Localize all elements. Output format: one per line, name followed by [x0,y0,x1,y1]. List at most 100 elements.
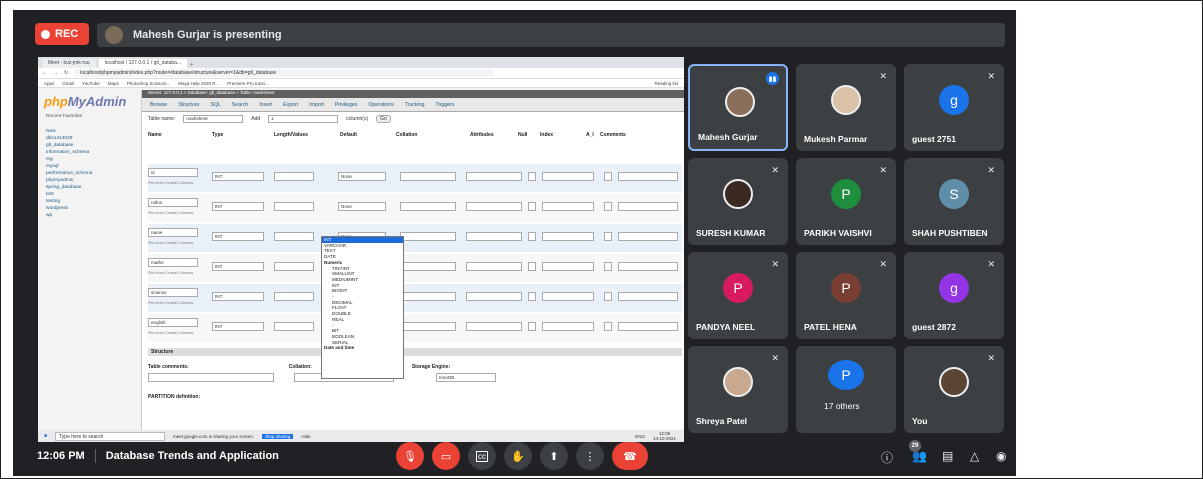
null-checkbox[interactable] [528,292,536,301]
index-select[interactable] [542,292,594,301]
mic-off-button[interactable]: 🎙 [396,442,424,470]
attributes-select[interactable] [466,172,522,181]
collation-select[interactable] [400,202,456,211]
database-item[interactable]: gtl_database [38,142,141,149]
info-icon[interactable]: ⓘ [881,449,893,466]
pma-tab[interactable]: Search [232,102,248,108]
database-item[interactable]: phpmyadmin [38,177,141,184]
bookmark[interactable]: Photoshop Scissors... [127,81,171,86]
pma-tab[interactable]: Triggers [435,102,454,108]
auto-increment-checkbox[interactable] [604,202,612,211]
host-controls-icon[interactable]: ◉ [996,449,1006,463]
chat-icon[interactable]: ▤ [942,449,953,463]
column-name-input[interactable]: english [148,318,198,327]
length-values-input[interactable] [274,292,314,301]
database-item[interactable]: spring_database [38,184,141,191]
null-checkbox[interactable] [528,262,536,271]
database-item[interactable]: performance_schema [38,170,141,177]
participant-tile[interactable]: SURESH KUMAR ✕ [688,158,788,245]
pick-central-columns-link[interactable]: Pick from Central Columns [148,181,193,185]
collation-select[interactable] [400,322,456,331]
recent-favorites[interactable]: Recent Favorites [38,113,141,120]
auto-increment-checkbox[interactable] [604,232,612,241]
default-select[interactable]: None [338,172,386,181]
url-field[interactable]: localhost/phpmyadmin/index.php?route=/da… [74,69,495,77]
bookmark[interactable]: Premiere Pro tutori... [227,81,269,86]
present-button[interactable]: ⬆ [540,442,568,470]
pma-tab[interactable]: Export [283,102,298,108]
database-item[interactable]: mg [38,156,141,163]
auto-increment-checkbox[interactable] [604,322,612,331]
column-name-input[interactable]: name [148,228,198,237]
length-values-input[interactable] [274,262,314,271]
collation-select[interactable] [400,292,456,301]
column-type-select[interactable]: INT [212,172,264,181]
raise-hand-button[interactable]: ✋ [504,442,532,470]
pick-central-columns-link[interactable]: Pick from Central Columns [148,271,193,275]
bookmark[interactable]: Maps [108,81,119,86]
column-type-select[interactable]: INT [212,322,264,331]
comments-input[interactable] [618,322,678,331]
attributes-select[interactable] [466,202,522,211]
column-type-select[interactable]: INT [212,232,264,241]
attributes-select[interactable] [466,322,522,331]
database-item[interactable]: wordpress [38,205,141,212]
bookmark[interactable]: Gmail [62,81,74,86]
index-select[interactable] [542,172,594,181]
auto-increment-checkbox[interactable] [604,262,612,271]
pick-central-columns-link[interactable]: Pick from Central Columns [148,301,193,305]
comments-input[interactable] [618,202,678,211]
database-item[interactable]: wp [38,212,141,219]
participant-tile[interactable]: g guest 2751 ✕ [904,64,1004,151]
collation-select[interactable] [400,172,456,181]
pma-tab[interactable]: Tracking [405,102,425,108]
database-item[interactable]: information_schema [38,149,141,156]
length-values-input[interactable] [274,322,314,331]
camera-off-button[interactable]: ▭ [432,442,460,470]
table-comments-input[interactable] [148,373,274,382]
participant-tile[interactable]: S SHAH PUSHTIBEN ✕ [904,158,1004,245]
null-checkbox[interactable] [528,202,536,211]
auto-increment-checkbox[interactable] [604,292,612,301]
pma-tab[interactable]: Privileges [335,102,358,108]
index-select[interactable] [542,322,594,331]
collation-select[interactable] [400,232,456,241]
database-item[interactable]: dbs1414029 [38,135,141,142]
database-item[interactable]: test [38,191,141,198]
column-type-select[interactable]: INT [212,292,264,301]
add-columns-input[interactable]: 1 [268,115,339,123]
pma-tab[interactable]: Structure [178,102,199,108]
null-checkbox[interactable] [528,232,536,241]
bookmark[interactable]: YouTube [82,81,100,86]
participant-tile[interactable]: P 17 others [796,346,896,433]
index-select[interactable] [542,202,594,211]
pick-central-columns-link[interactable]: Pick from Central Columns [148,211,193,215]
database-item[interactable]: New [38,128,141,135]
column-type-select[interactable]: INT [212,202,264,211]
pick-central-columns-link[interactable]: Pick from Central Columns [148,241,193,245]
reload-icon[interactable]: ↻ [64,70,68,76]
participant-tile[interactable]: P PARIKH VAISHVI ✕ [796,158,896,245]
comments-input[interactable] [618,292,678,301]
column-name-input[interactable]: maths [148,258,198,267]
pma-tab[interactable]: SQL [210,102,220,108]
attributes-select[interactable] [466,292,522,301]
default-select[interactable]: None [338,202,386,211]
pma-logo[interactable]: phpMyAdmin [38,90,141,113]
leave-call-button[interactable]: ☎ [612,442,648,470]
collation-select[interactable] [400,262,456,271]
participant-tile[interactable]: P PATEL HENA ✕ [796,252,896,339]
comments-input[interactable] [618,262,678,271]
comments-input[interactable] [618,172,678,181]
database-item[interactable]: mysql [38,163,141,170]
captions-button[interactable]: cc [468,442,496,470]
length-values-input[interactable] [274,232,314,241]
attributes-select[interactable] [466,262,522,271]
column-name-input[interactable]: id [148,168,198,177]
column-name-input[interactable]: science [148,288,198,297]
go-button[interactable]: Go [376,115,391,123]
bookmark[interactable]: Maya Help 2020 R... [178,81,219,86]
browser-tab[interactable]: Meet - kuz-jmk-ruu [42,59,96,68]
browser-tab-active[interactable]: localhost / 127.0.0.1 / gtl_databa... [98,59,188,68]
length-values-input[interactable] [274,172,314,181]
